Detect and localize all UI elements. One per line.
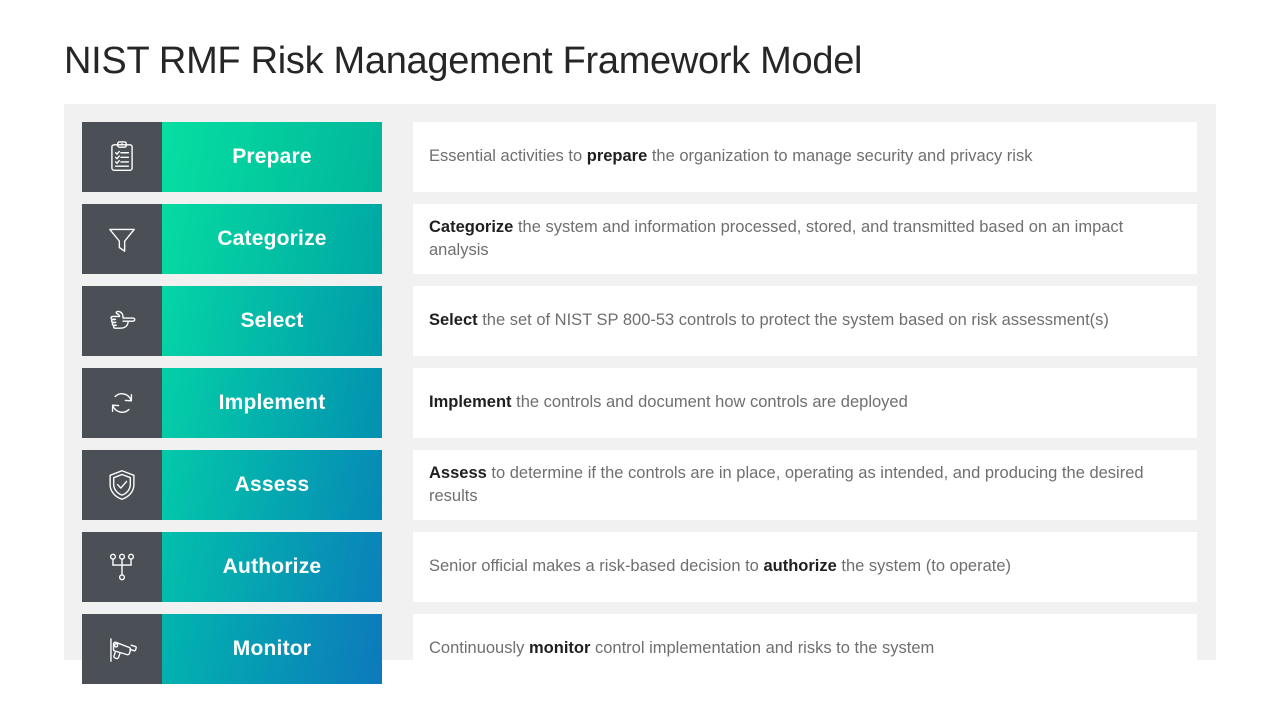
step-stage-categorize[interactable]: Categorize bbox=[82, 204, 382, 274]
step-description-text: Select the set of NIST SP 800-53 control… bbox=[429, 311, 1109, 330]
slide: NIST RMF Risk Management Framework Model… bbox=[0, 0, 1280, 720]
step-label: Implement bbox=[162, 368, 382, 438]
framework-panel: Prepare Essential activities to prepare t… bbox=[64, 104, 1216, 684]
framework-step-row: Categorize Categorize the system and info… bbox=[82, 204, 1197, 274]
step-description-card: Categorize the system and information pr… bbox=[413, 204, 1197, 274]
step-description-card: Assess to determine if the controls are … bbox=[413, 450, 1197, 520]
step-label: Monitor bbox=[162, 614, 382, 684]
framework-step-row: Authorize Senior official makes a risk-ba… bbox=[82, 532, 1197, 602]
steps-list: Prepare Essential activities to prepare t… bbox=[82, 122, 1197, 684]
step-description-text: Continuously monitor control implementat… bbox=[429, 639, 935, 658]
framework-step-row: Assess Assess to determine if the control… bbox=[82, 450, 1197, 520]
hierarchy-nodes-icon bbox=[82, 532, 162, 602]
clipboard-checklist-icon bbox=[82, 122, 162, 192]
shield-check-icon bbox=[82, 450, 162, 520]
step-description-card: Continuously monitor control implementat… bbox=[413, 614, 1197, 684]
step-stage-authorize[interactable]: Authorize bbox=[82, 532, 382, 602]
cycle-arrows-icon bbox=[82, 368, 162, 438]
step-stage-assess[interactable]: Assess bbox=[82, 450, 382, 520]
step-label: Select bbox=[162, 286, 382, 356]
step-label: Assess bbox=[162, 450, 382, 520]
framework-step-row: Prepare Essential activities to prepare t… bbox=[82, 122, 1197, 192]
step-description-card: Senior official makes a risk-based decis… bbox=[413, 532, 1197, 602]
framework-step-row: Monitor Continuously monitor control impl… bbox=[82, 614, 1197, 684]
step-description-card: Implement the controls and document how … bbox=[413, 368, 1197, 438]
page-title: NIST RMF Risk Management Framework Model bbox=[64, 40, 863, 82]
step-label: Prepare bbox=[162, 122, 382, 192]
funnel-filter-icon bbox=[82, 204, 162, 274]
pointing-hand-icon bbox=[82, 286, 162, 356]
framework-step-row: Implement Implement the controls and docu… bbox=[82, 368, 1197, 438]
framework-step-row: Select Select the set of NIST SP 800-53 c… bbox=[82, 286, 1197, 356]
step-label: Categorize bbox=[162, 204, 382, 274]
step-stage-implement[interactable]: Implement bbox=[82, 368, 382, 438]
step-description-text: Senior official makes a risk-based decis… bbox=[429, 557, 1012, 576]
step-stage-monitor[interactable]: Monitor bbox=[82, 614, 382, 684]
step-description-text: Categorize the system and information pr… bbox=[429, 217, 1124, 259]
step-stage-prepare[interactable]: Prepare bbox=[82, 122, 382, 192]
step-stage-select[interactable]: Select bbox=[82, 286, 382, 356]
step-description-card: Essential activities to prepare the orga… bbox=[413, 122, 1197, 192]
step-description-text: Assess to determine if the controls are … bbox=[429, 463, 1144, 505]
step-label: Authorize bbox=[162, 532, 382, 602]
security-camera-icon bbox=[82, 614, 162, 684]
step-description-text: Implement the controls and document how … bbox=[429, 393, 908, 412]
step-description-text: Essential activities to prepare the orga… bbox=[429, 147, 1033, 166]
step-description-card: Select the set of NIST SP 800-53 control… bbox=[413, 286, 1197, 356]
